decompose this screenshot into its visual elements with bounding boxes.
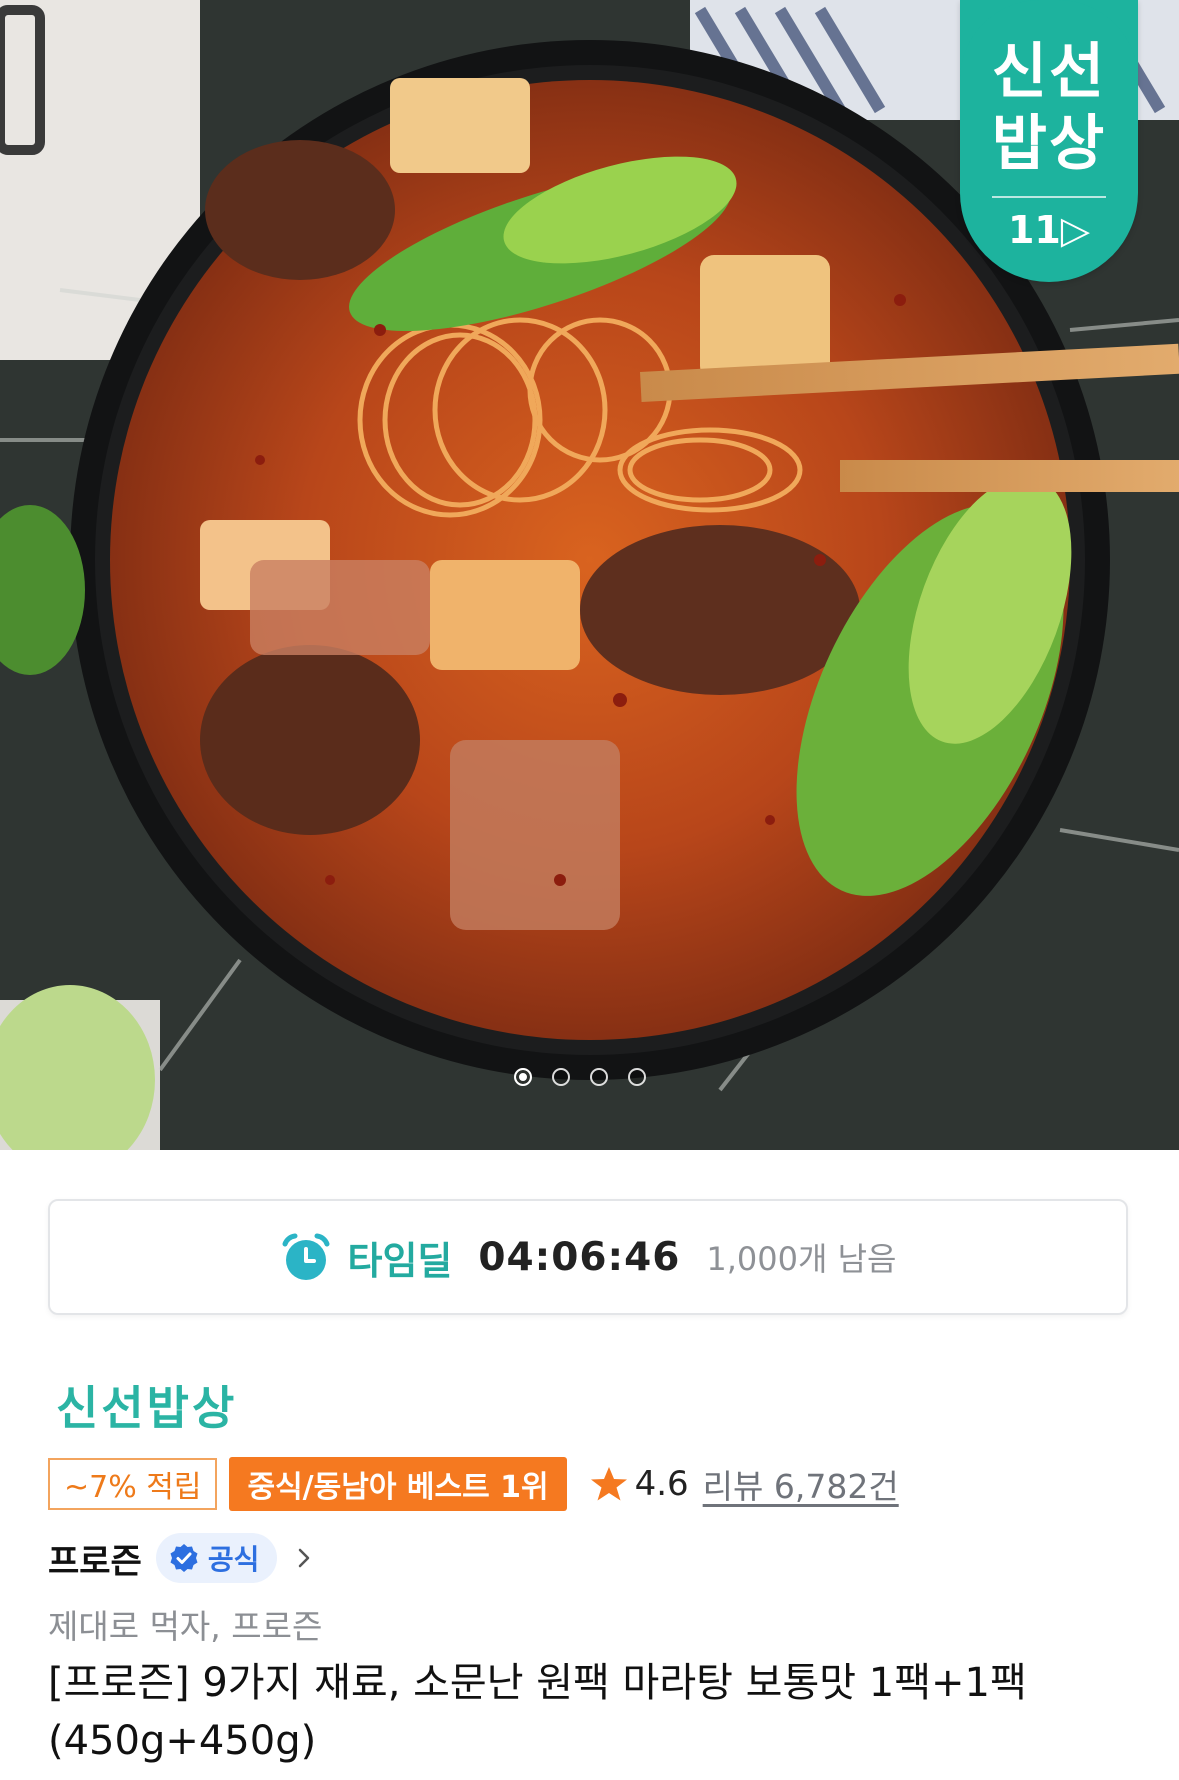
official-label: 공식: [207, 1543, 260, 1576]
product-image-carousel[interactable]: 신선 밥상 11▷: [0, 0, 1179, 1150]
product-title: [프로즌] 9가지 재료, 소문난 원팩 마라탕 보통맛 1팩+1팩 (450g…: [48, 1660, 1027, 1764]
star-icon: [590, 1467, 627, 1501]
rating-value: 4.6: [634, 1464, 689, 1504]
carousel-dot-2[interactable]: [552, 1068, 570, 1086]
badge-text: 신선 밥상: [991, 37, 1107, 179]
review-count-link[interactable]: 리뷰 6,782건: [703, 1460, 899, 1508]
best-ranking-tag[interactable]: 중식/동남아 베스트 1위: [229, 1457, 567, 1511]
time-deal-countdown: 04:06:46: [478, 1234, 681, 1280]
time-deal-bar: 타임딜 04:06:46 1,000개 남음: [48, 1199, 1128, 1315]
seller-row[interactable]: 프로즌 공식: [48, 1530, 317, 1586]
time-deal-remaining: 1,000개 남음: [706, 1240, 897, 1278]
time-deal-label: 타임딜: [347, 1238, 453, 1283]
carousel-dot-3[interactable]: [590, 1068, 608, 1086]
badge-divider: [992, 196, 1106, 198]
carousel-indicator: [514, 1068, 646, 1086]
seller-name[interactable]: 프로즌: [48, 1534, 142, 1583]
alarm-clock-icon: [282, 1233, 330, 1280]
verified-check-icon: [170, 1544, 198, 1572]
brand-title[interactable]: 신선밥상: [56, 1372, 237, 1438]
product-tags-row: ~7% 적립 중식/동남아 베스트 1위 4.6 리뷰 6,782건: [48, 1456, 899, 1512]
official-badge: 공식: [155, 1533, 278, 1583]
carousel-dot-1[interactable]: [514, 1068, 532, 1086]
chevron-right-icon[interactable]: [291, 1545, 317, 1571]
badge-11st-logo: 11▷: [1007, 208, 1091, 252]
points-tag: ~7% 적립: [48, 1458, 218, 1510]
carousel-dot-4[interactable]: [628, 1068, 646, 1086]
brand-badge: 신선 밥상 11▷: [960, 0, 1138, 282]
seller-tagline: 제대로 먹자, 프로즌: [48, 1607, 323, 1646]
